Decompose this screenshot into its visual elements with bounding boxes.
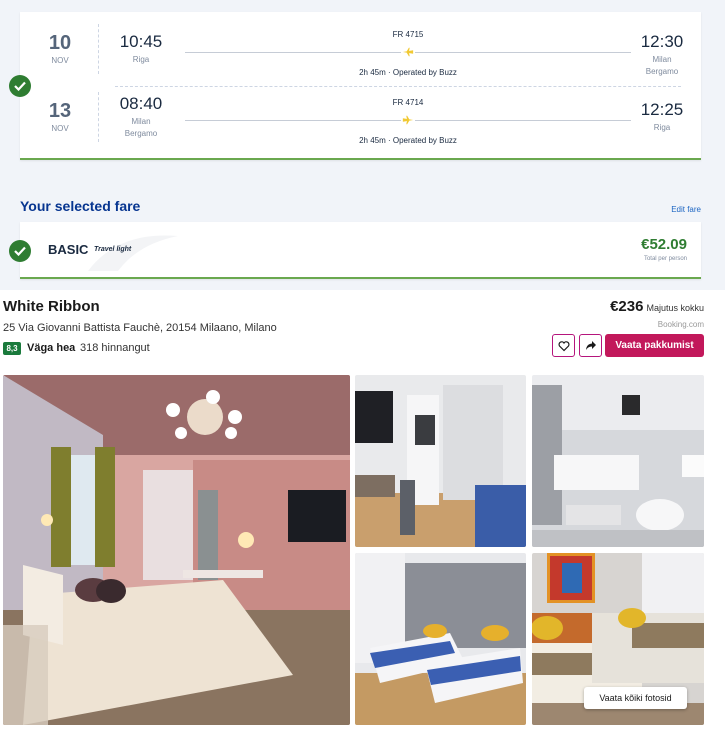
hotel-address: 25 Via Giovanni Battista Fauchè, 20154 M… xyxy=(3,322,277,334)
plane-icon xyxy=(401,45,415,59)
leg-divider xyxy=(115,86,681,87)
arrival-time: 12:30 xyxy=(640,32,684,51)
share-button[interactable] xyxy=(579,334,602,357)
arrival-place-detail: Bergamo xyxy=(645,67,679,76)
favorite-button[interactable] xyxy=(552,334,575,357)
flight-summary-area: 10 NOV 10:45 Riga FR 4715 2h 45m · Opera… xyxy=(0,0,725,290)
hotel-photo-twin-room[interactable] xyxy=(355,553,526,725)
review-count[interactable]: 318 hinnangut xyxy=(80,342,150,354)
arrival-place: Riga xyxy=(653,123,671,132)
date-separator xyxy=(98,92,99,142)
hotel-photo-bathroom[interactable] xyxy=(532,375,704,547)
fare-price: €52.09 xyxy=(641,236,687,253)
view-all-photos-button[interactable]: Vaata kõiki fotosid xyxy=(584,687,687,709)
flight-date: 10 NOV xyxy=(36,32,84,65)
departure-time: 08:40 xyxy=(119,94,163,113)
check-circle-icon xyxy=(9,75,31,97)
fare-subtitle: Travel light xyxy=(94,246,132,253)
arrival-time: 12:25 xyxy=(640,100,684,119)
date-month: NOV xyxy=(51,56,69,65)
flight-leg-return: 13 NOV 08:40 Milan Bergamo FR 4714 2h 45… xyxy=(20,88,701,154)
departure: 10:45 Riga xyxy=(106,32,176,65)
departure-place: Riga xyxy=(132,55,150,64)
departure: 08:40 Milan Bergamo xyxy=(106,94,176,139)
hotel-price-block: €236 Majutus kokku xyxy=(610,298,704,316)
hotel-price-note: Majutus kokku xyxy=(646,303,704,313)
date-month: NOV xyxy=(51,124,69,133)
fare-price-note: Total per person xyxy=(643,256,687,262)
hotel-name[interactable]: White Ribbon xyxy=(3,298,100,315)
flight-duration: 2h 45m · Operated by Buzz xyxy=(359,68,457,77)
hotel-price: €236 xyxy=(610,298,644,315)
check-circle-icon xyxy=(9,240,31,262)
hotel-photo-room[interactable] xyxy=(355,375,526,547)
flight-itinerary-card: 10 NOV 10:45 Riga FR 4715 2h 45m · Opera… xyxy=(20,12,701,160)
hotel-photo-main[interactable] xyxy=(3,375,350,725)
flight-number: FR 4715 xyxy=(392,30,424,39)
fare-name: BASIC xyxy=(48,242,89,257)
date-separator xyxy=(98,24,99,74)
share-icon xyxy=(586,341,596,350)
flight-leg-outbound: 10 NOV 10:45 Riga FR 4715 2h 45m · Opera… xyxy=(20,20,701,86)
edit-fare-link[interactable]: Edit fare xyxy=(671,205,701,214)
date-day: 13 xyxy=(48,100,72,122)
arrival: 12:25 Riga xyxy=(631,100,693,133)
flight-date: 13 NOV xyxy=(36,100,84,133)
departure-place-detail: Bergamo xyxy=(124,129,158,138)
departure-place: Milan xyxy=(131,117,151,126)
flight-route: FR 4715 2h 45m · Operated by Buzz xyxy=(185,30,631,77)
score-badge: 8,3 xyxy=(3,342,21,355)
arrival: 12:30 Milan Bergamo xyxy=(631,32,693,77)
plane-icon xyxy=(401,113,415,127)
date-day: 10 xyxy=(48,32,72,54)
view-deals-button[interactable]: Vaata pakkumist xyxy=(605,334,704,357)
selected-fare-title: Your selected fare xyxy=(20,198,141,214)
arrival-place: Milan xyxy=(652,55,672,64)
provider-label: Booking.com xyxy=(657,320,704,329)
score-label: Väga hea xyxy=(27,342,76,354)
departure-time: 10:45 xyxy=(119,32,163,51)
flight-number: FR 4714 xyxy=(392,98,424,107)
heart-icon xyxy=(558,341,570,352)
flight-duration: 2h 45m · Operated by Buzz xyxy=(359,136,457,145)
flight-route: FR 4714 2h 45m · Operated by Buzz xyxy=(185,98,631,145)
selected-fare-card: BASIC Travel light €52.09 Total per pers… xyxy=(20,222,701,279)
